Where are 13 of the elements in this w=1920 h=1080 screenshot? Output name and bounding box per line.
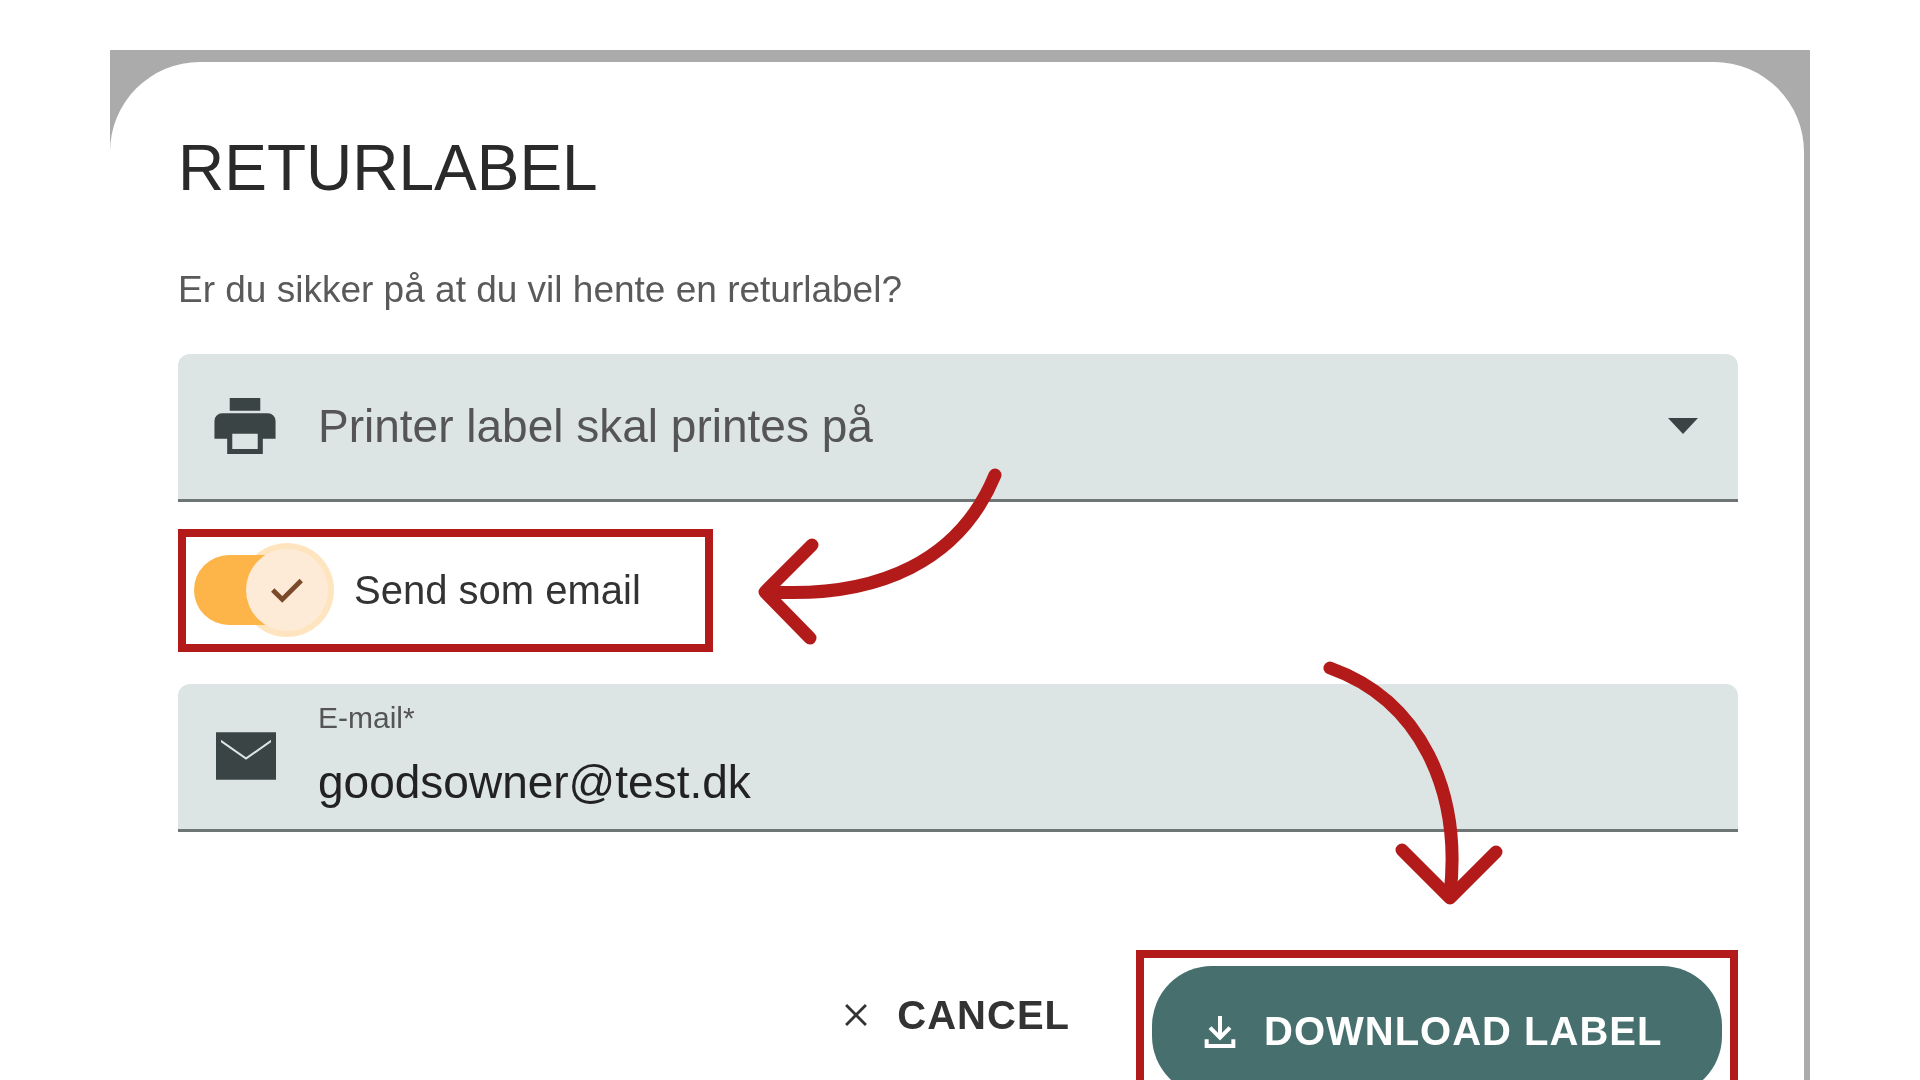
email-field[interactable]: E-mail* goodsowner@test.dk	[178, 683, 1738, 832]
email-label: E-mail*	[318, 700, 415, 737]
printer-icon	[214, 398, 276, 455]
dialog-message: Er du sikker på at du vil hente en returlabel?	[178, 268, 902, 312]
mail-icon	[216, 732, 276, 781]
toggle-label: Send som email	[354, 567, 641, 615]
cancel-button[interactable]: CANCEL	[823, 965, 1086, 1065]
email-value: goodsowner@test.dk	[318, 755, 751, 811]
dropdown-caret-icon	[1668, 418, 1698, 435]
printer-select[interactable]: Printer label skal printes på	[178, 353, 1738, 502]
download-button[interactable]: DOWNLOAD LABEL	[1152, 966, 1722, 1080]
printer-placeholder: Printer label skal printes på	[318, 398, 874, 454]
dialog-title: RETURLABEL	[178, 131, 598, 206]
